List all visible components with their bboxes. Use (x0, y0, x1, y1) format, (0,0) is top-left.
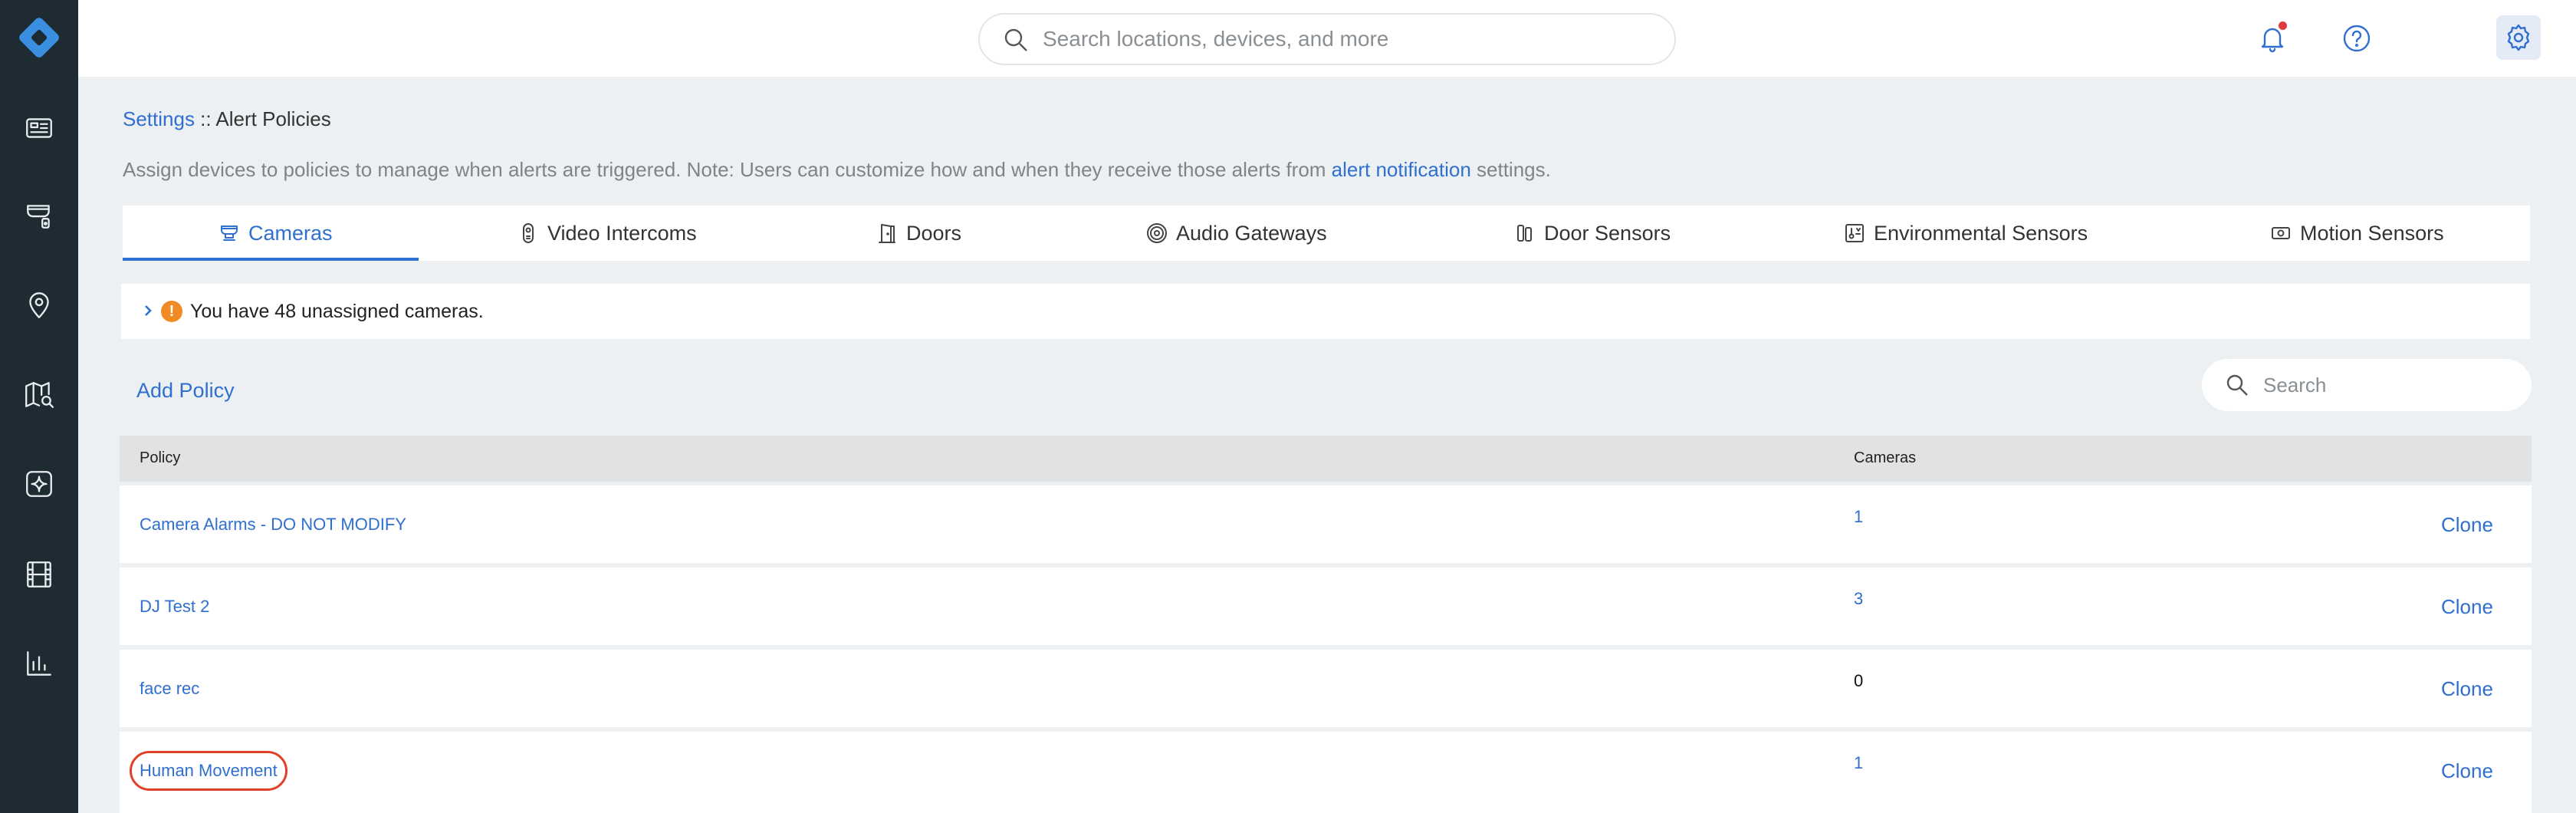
breadcrumb-settings-link[interactable]: Settings (123, 107, 195, 130)
chevron-right-icon[interactable] (140, 302, 156, 319)
location-pin-icon[interactable] (21, 287, 57, 322)
camera-count: 0 (1854, 671, 1864, 690)
camera-count-link[interactable]: 3 (1854, 589, 1863, 609)
global-search-input[interactable] (1043, 22, 1656, 56)
policy-search[interactable] (2202, 359, 2532, 411)
tab-cameras[interactable]: Cameras (218, 206, 333, 261)
sidebar (0, 0, 78, 813)
camera-count-link[interactable]: 1 (1854, 507, 1863, 527)
alert-notification-link[interactable]: alert notification (1332, 158, 1471, 181)
environmental-sensor-icon (1845, 224, 1864, 242)
breadcrumb: Settings :: Alert Policies (123, 107, 331, 131)
policy-name-link[interactable]: DJ Test 2 (140, 597, 209, 617)
search-icon (2226, 374, 2248, 396)
warning-icon: ! (161, 301, 182, 322)
tab-doors[interactable]: Doors (876, 206, 961, 261)
tab-audio-gateways[interactable]: Audio Gateways (1145, 206, 1327, 261)
analytics-chart-icon[interactable] (21, 646, 57, 681)
tab-door-sensors[interactable]: Door Sensors (1513, 206, 1671, 261)
table-row: Camera Alarms - DO NOT MODIFY 1 Clone (120, 485, 2532, 563)
description-text-end: settings. (1470, 158, 1551, 181)
policy-search-input[interactable] (2263, 368, 2509, 402)
notifications-bell-icon[interactable] (2251, 17, 2294, 60)
table-row: face rec 0 Clone (120, 650, 2532, 727)
tab-environmental-sensors[interactable]: Environmental Sensors (1843, 206, 2088, 261)
video-film-icon[interactable] (21, 557, 57, 592)
camera-count-link[interactable]: 1 (1854, 753, 1863, 773)
notification-dot (2279, 21, 2287, 30)
logo-icon[interactable] (14, 12, 64, 63)
motion-sensor-icon (2272, 227, 2290, 239)
active-tab-indicator (123, 258, 419, 261)
column-header-cameras[interactable]: Cameras (1854, 449, 1916, 467)
description-text: Assign devices to policies to manage whe… (123, 158, 1332, 181)
intercom-icon (523, 223, 534, 243)
page-description: Assign devices to policies to manage whe… (123, 158, 1551, 182)
door-sensor-icon (1517, 225, 1532, 242)
table-header: Policy Cameras (120, 436, 2532, 482)
camera-icon (221, 225, 238, 241)
help-icon[interactable] (2335, 17, 2378, 60)
table-row: DJ Test 2 3 Clone (120, 568, 2532, 645)
tab-label: Environmental Sensors (1874, 221, 2088, 245)
table-row: Human Movement 1 Clone (120, 732, 2532, 813)
breadcrumb-current: Alert Policies (215, 107, 331, 130)
clone-button[interactable]: Clone (2441, 759, 2493, 783)
column-header-policy[interactable]: Policy (140, 449, 180, 467)
clone-button[interactable]: Clone (2441, 595, 2493, 619)
map-search-icon[interactable] (21, 377, 57, 413)
device-type-tabs: Cameras Video Intercoms Doors Audio Gate… (123, 206, 2530, 261)
tab-video-intercoms[interactable]: Video Intercoms (517, 206, 697, 261)
tab-label: Doors (906, 221, 962, 245)
policy-name-link[interactable]: Camera Alarms - DO NOT MODIFY (140, 515, 406, 535)
tab-motion-sensors[interactable]: Motion Sensors (2269, 206, 2444, 261)
settings-gear-icon[interactable] (2496, 15, 2541, 60)
global-search[interactable] (978, 13, 1676, 65)
add-policy-button[interactable]: Add Policy (136, 379, 235, 403)
devices-icon[interactable] (21, 198, 57, 233)
door-icon (879, 224, 895, 243)
tab-label: Door Sensors (1544, 221, 1671, 245)
unassigned-cameras-banner: ! You have 48 unassigned cameras. (121, 284, 2530, 339)
tab-label: Cameras (248, 221, 333, 245)
policy-name-link[interactable]: Human Movement (130, 751, 288, 791)
integrations-icon[interactable] (21, 466, 57, 502)
tab-label: Audio Gateways (1176, 221, 1327, 245)
dashboard-icon[interactable] (21, 110, 57, 146)
policy-name-link[interactable]: face rec (140, 679, 199, 699)
breadcrumb-separator: :: (194, 107, 216, 130)
top-bar: EN (78, 0, 2576, 77)
tab-label: Video Intercoms (547, 221, 697, 245)
audio-gateway-icon (1147, 223, 1167, 243)
clone-button[interactable]: Clone (2441, 677, 2493, 701)
unassigned-message: You have 48 unassigned cameras. (190, 301, 484, 322)
tab-label: Motion Sensors (2300, 221, 2444, 245)
search-icon (1004, 28, 1027, 51)
clone-button[interactable]: Clone (2441, 513, 2493, 537)
